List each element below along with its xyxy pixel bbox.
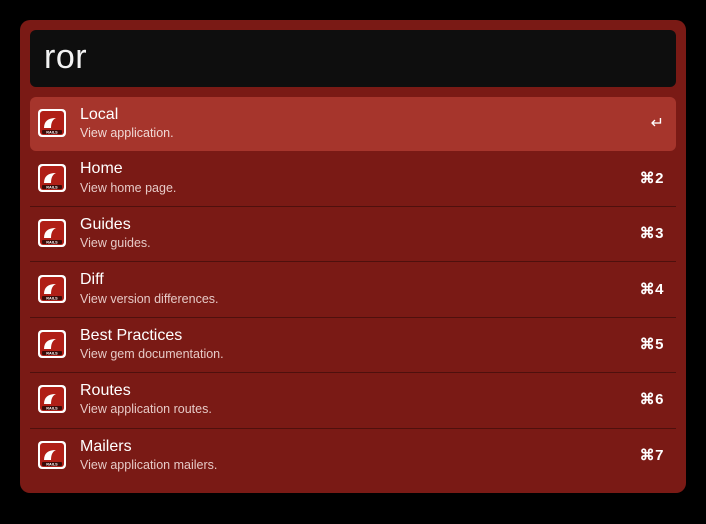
result-title: Best Practices [80, 326, 628, 345]
result-subtitle: View gem documentation. [80, 346, 628, 362]
result-title: Diff [80, 270, 628, 289]
shortcut-label: ⌘2 [640, 169, 664, 187]
result-title: Routes [80, 381, 628, 400]
result-subtitle: View guides. [80, 235, 628, 251]
result-title: Mailers [80, 437, 628, 456]
rails-icon [38, 441, 66, 469]
shortcut-label: ⌘4 [640, 280, 664, 298]
result-text: Best PracticesView gem documentation. [80, 326, 628, 362]
enter-icon: ↵ [651, 113, 664, 133]
search-row [30, 30, 676, 87]
rails-icon [38, 275, 66, 303]
result-item[interactable]: Home View home page. ⌘2 [30, 151, 676, 206]
result-item[interactable]: Diff View version differences. ⌘4 [30, 262, 676, 317]
search-input[interactable] [44, 38, 662, 77]
shortcut-label: ⌘5 [640, 335, 664, 353]
result-title: Guides [80, 215, 628, 234]
rails-icon [38, 164, 66, 192]
result-title: Home [80, 159, 628, 178]
results-list: LocalView application. ↵ Home View home pag… [30, 97, 676, 483]
launcher-panel: LocalView application. ↵ Home View home pag… [20, 20, 686, 493]
result-text: Diff View version differences. [80, 270, 628, 306]
result-text: Home View home page. [80, 159, 628, 195]
result-subtitle: View application routes. [80, 401, 628, 417]
result-subtitle: View version differences. [80, 291, 628, 307]
result-text: RoutesView application routes. [80, 381, 628, 417]
result-item[interactable]: GuidesView guides. ⌘3 [30, 207, 676, 262]
result-subtitle: View application mailers. [80, 457, 628, 473]
shortcut-label: ⌘6 [640, 390, 664, 408]
rails-icon [38, 109, 66, 137]
result-item[interactable]: MailersView application mailers. ⌘7 [30, 429, 676, 483]
result-text: MailersView application mailers. [80, 437, 628, 473]
result-text: LocalView application. [80, 105, 639, 141]
shortcut-label: ⌘3 [640, 224, 664, 242]
result-item[interactable]: Best PracticesView gem documentation. ⌘5 [30, 318, 676, 373]
rails-icon [38, 385, 66, 413]
result-text: GuidesView guides. [80, 215, 628, 251]
result-subtitle: View home page. [80, 180, 628, 196]
result-title: Local [80, 105, 639, 124]
result-item[interactable]: RoutesView application routes. ⌘6 [30, 373, 676, 428]
rails-icon [38, 330, 66, 358]
shortcut-label: ⌘7 [640, 446, 664, 464]
result-item[interactable]: LocalView application. ↵ [30, 97, 676, 151]
result-subtitle: View application. [80, 125, 639, 141]
rails-icon [38, 219, 66, 247]
